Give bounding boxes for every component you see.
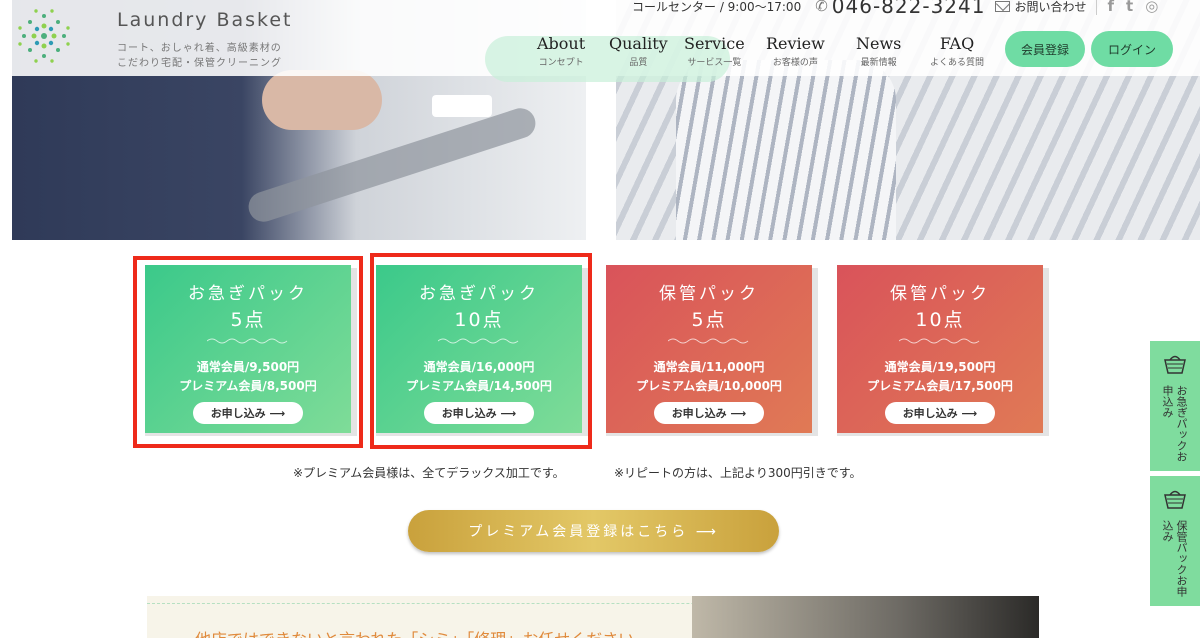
login-button[interactable]: ログイン bbox=[1091, 31, 1173, 67]
apply-button[interactable]: お申し込み ⟶ bbox=[654, 402, 764, 424]
nav-label-en: Review bbox=[766, 34, 825, 53]
card-count: 5点 bbox=[691, 309, 727, 331]
nav-label-en: News bbox=[856, 34, 902, 53]
nav-label-ja: 品質 bbox=[629, 58, 648, 68]
nav-faq[interactable]: FAQ よくある質問 bbox=[930, 34, 984, 68]
divider bbox=[1096, 0, 1098, 15]
top-info-bar: コールセンター / 9:00〜17:00 ✆ 046-822-3241 お問い合… bbox=[632, 0, 1170, 18]
note-deluxe: ※プレミアム会員様は、全てデラックス加工です。 bbox=[293, 466, 565, 480]
nav-label-ja: サービス一覧 bbox=[687, 58, 742, 68]
card-count: 10点 bbox=[915, 309, 965, 331]
facebook-icon[interactable]: f bbox=[1107, 0, 1114, 15]
side-tab-rush[interactable]: お急ぎパックお申込み bbox=[1150, 341, 1200, 471]
apply-button[interactable]: お申し込み ⟶ bbox=[885, 402, 995, 424]
basket-icon bbox=[1164, 355, 1186, 374]
regular-price: 通常会員/19,500円 bbox=[884, 360, 996, 374]
bottom-photo bbox=[692, 596, 1039, 638]
nav-label-ja: よくある質問 bbox=[930, 58, 985, 68]
premium-price: プレミアム会員/10,000円 bbox=[636, 379, 782, 393]
basket-icon bbox=[1164, 490, 1186, 509]
highlight-frame bbox=[370, 253, 592, 449]
note-repeat: ※リピートの方は、上記より300円引きです。 bbox=[614, 466, 862, 480]
twitter-icon[interactable]: t bbox=[1126, 0, 1133, 15]
nav-quality[interactable]: Quality 品質 bbox=[609, 34, 668, 68]
logo-tagline-1: コート、おしゃれ着、高級素材の bbox=[117, 43, 282, 54]
logo-tagline-2: こだわり宅配・保管クリーニング bbox=[117, 58, 282, 69]
pack-card-storage-5[interactable]: 保管パック 5点 通常会員/11,000円 プレミアム会員/10,000円 お申… bbox=[606, 265, 812, 433]
card-title: 保管パック bbox=[890, 284, 990, 304]
nav-label-en: Service bbox=[684, 34, 745, 53]
bottom-banner: 他店ではできないと言われた「シミ」「修理」お任せください bbox=[147, 596, 1039, 638]
nav-label-ja: 最新情報 bbox=[860, 58, 897, 68]
wave-divider-icon bbox=[899, 338, 980, 344]
highlight-frame bbox=[133, 256, 363, 448]
phone-number[interactable]: 046-822-3241 bbox=[832, 0, 986, 18]
card-title: 保管パック bbox=[659, 284, 759, 304]
hand-shape bbox=[262, 70, 382, 130]
nav-review[interactable]: Review お客様の声 bbox=[766, 34, 825, 68]
pack-card-storage-10[interactable]: 保管パック 10点 通常会員/19,500円 プレミアム会員/17,500円 お… bbox=[837, 265, 1043, 433]
nav-news[interactable]: News 最新情報 bbox=[856, 34, 901, 68]
nav-about[interactable]: About コンセプト bbox=[537, 34, 585, 68]
instagram-icon[interactable]: ◎ bbox=[1145, 0, 1158, 15]
machine-part-shape bbox=[432, 95, 492, 117]
phone-icon: ✆ bbox=[815, 0, 828, 15]
side-tab-label: お急ぎパックお申込み bbox=[1161, 385, 1188, 462]
register-button[interactable]: 会員登録 bbox=[1005, 31, 1085, 67]
nav-service[interactable]: Service サービス一覧 bbox=[684, 34, 745, 68]
premium-register-button[interactable]: プレミアム会員登録はこちら ⟶ bbox=[408, 510, 779, 552]
nav-label-en: FAQ bbox=[939, 34, 975, 53]
nav-label-ja: コンセプト bbox=[538, 58, 584, 68]
nav-label-ja: お客様の声 bbox=[772, 58, 818, 68]
nav-label-en: About bbox=[537, 34, 586, 53]
logo-title[interactable]: Laundry Basket bbox=[117, 9, 293, 31]
premium-price: プレミアム会員/17,500円 bbox=[867, 379, 1013, 393]
bottom-heading: 他店ではできないと言われた「シミ」「修理」お任せください bbox=[195, 626, 634, 638]
contact-link[interactable]: お問い合わせ bbox=[1014, 0, 1086, 15]
side-tab-label: 保管パックお申込み bbox=[1161, 520, 1188, 597]
wave-divider-icon bbox=[668, 338, 749, 344]
mail-icon[interactable] bbox=[995, 0, 1011, 12]
nav-label-en: Quality bbox=[609, 34, 668, 53]
striped-shirt-shape bbox=[676, 60, 896, 240]
call-center-hours: コールセンター / 9:00〜17:00 bbox=[632, 0, 802, 14]
regular-price: 通常会員/11,000円 bbox=[653, 360, 765, 374]
side-tab-storage[interactable]: 保管パックお申込み bbox=[1150, 476, 1200, 606]
logo-icon[interactable] bbox=[12, 4, 76, 68]
